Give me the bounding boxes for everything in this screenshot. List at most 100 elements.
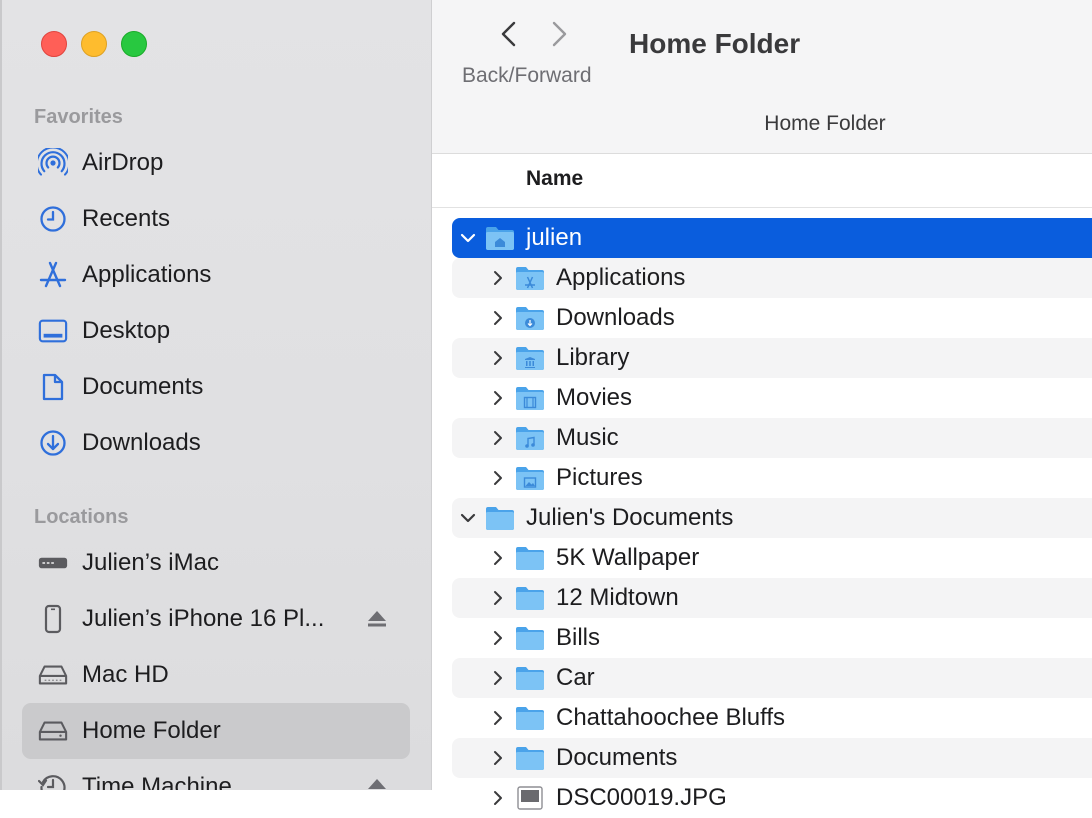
sidebar-item-downloads[interactable]: Downloads	[22, 415, 410, 471]
sidebar-item-label: Applications	[82, 261, 212, 288]
row-name: DSC00019.JPG	[556, 784, 727, 811]
airdrop-icon	[38, 148, 68, 177]
row-name: Chattahoochee Bluffs	[556, 704, 786, 731]
sidebar-item-label: Mac HD	[82, 661, 169, 688]
row-name: Car	[556, 664, 595, 691]
table-row[interactable]: Pictures	[452, 458, 1092, 498]
minimize-window-button[interactable]	[81, 31, 107, 57]
row-name: julien	[526, 224, 583, 251]
disclosure-collapsed-icon[interactable]	[490, 469, 506, 487]
window-title: Home Folder	[629, 28, 801, 59]
folder-icon	[514, 744, 546, 772]
eject-icon[interactable]	[366, 610, 388, 628]
sidebar-item-recents[interactable]: Recents	[22, 191, 410, 247]
disclosure-collapsed-icon[interactable]	[490, 429, 506, 447]
desktop-icon	[38, 317, 68, 345]
table-row[interactable]: Documents	[452, 738, 1092, 778]
folder-icon	[514, 584, 546, 612]
disclosure-collapsed-icon[interactable]	[490, 669, 506, 687]
folder-icon	[514, 664, 546, 692]
table-row[interactable]: Chattahoochee Bluffs	[452, 698, 1092, 738]
home-folder-icon	[484, 224, 516, 252]
back-button[interactable]	[494, 18, 524, 50]
folder-icon	[514, 704, 546, 732]
table-row[interactable]: Julien's Documents	[452, 498, 1092, 538]
document-icon	[38, 373, 68, 401]
close-window-button[interactable]	[41, 31, 67, 57]
column-header-bar: Name	[432, 154, 1092, 208]
main-content: Back/Forward Home Folder Home Folder Nam…	[432, 0, 1092, 811]
row-name: 12 Midtown	[556, 584, 679, 611]
column-header-name[interactable]: Name	[526, 167, 583, 191]
row-name: 5K Wallpaper	[556, 544, 700, 571]
disclosure-collapsed-icon[interactable]	[490, 389, 506, 407]
sidebar-item-desktop[interactable]: Desktop	[22, 303, 410, 359]
library-folder-icon	[514, 344, 546, 372]
sidebar-item-iphone[interactable]: Julien’s iPhone 16 Pl...	[22, 591, 410, 647]
toolbar: Back/Forward Home Folder Home Folder	[432, 0, 1092, 154]
eject-icon[interactable]	[366, 778, 388, 790]
disclosure-collapsed-icon[interactable]	[490, 349, 506, 367]
row-name: Documents	[556, 744, 678, 771]
sidebar-item-label: Downloads	[82, 429, 201, 456]
row-name: Movies	[556, 384, 633, 411]
row-name: Applications	[556, 264, 686, 291]
table-row[interactable]: Movies	[452, 378, 1092, 418]
applications-folder-icon	[514, 264, 546, 292]
disclosure-collapsed-icon[interactable]	[490, 269, 506, 287]
table-row[interactable]: Bills	[452, 618, 1092, 658]
forward-button[interactable]	[544, 18, 574, 50]
row-name: Music	[556, 424, 619, 451]
table-row[interactable]: 12 Midtown	[452, 578, 1092, 618]
downloads-folder-icon	[514, 304, 546, 332]
disclosure-collapsed-icon[interactable]	[490, 589, 506, 607]
path-title: Home Folder	[764, 112, 886, 135]
table-row[interactable]: Music	[452, 418, 1092, 458]
sidebar-item-label: Documents	[82, 373, 204, 400]
table-row[interactable]: Car	[452, 658, 1092, 698]
iphone-icon	[38, 604, 68, 634]
sidebar-item-label: Time Machine	[82, 773, 232, 790]
table-row[interactable]: 5K Wallpaper	[452, 538, 1092, 578]
image-file-icon	[514, 784, 546, 812]
table-row[interactable]: Downloads	[452, 298, 1092, 338]
folder-icon	[514, 624, 546, 652]
favorites-header: Favorites	[34, 106, 123, 128]
disclosure-collapsed-icon[interactable]	[490, 789, 506, 807]
sidebar-item-imac[interactable]: Julien’s iMac	[22, 535, 410, 591]
sidebar-item-documents[interactable]: Documents	[22, 359, 410, 415]
time-machine-icon	[38, 773, 68, 790]
table-row[interactable]: Applications	[452, 258, 1092, 298]
disclosure-expanded-icon[interactable]	[460, 509, 476, 527]
drive-icon	[38, 717, 68, 745]
row-name: Library	[556, 344, 630, 371]
sidebar-item-label: Desktop	[82, 317, 171, 344]
disclosure-collapsed-icon[interactable]	[490, 549, 506, 567]
disclosure-collapsed-icon[interactable]	[490, 309, 506, 327]
table-row[interactable]: DSC00019.JPG	[452, 778, 1092, 818]
sidebar-item-airdrop[interactable]: AirDrop	[22, 135, 410, 191]
table-row[interactable]: Library	[452, 338, 1092, 378]
disclosure-expanded-icon[interactable]	[460, 229, 476, 247]
movies-folder-icon	[514, 384, 546, 412]
folder-icon	[514, 544, 546, 572]
applications-icon	[38, 261, 68, 289]
row-name: Pictures	[556, 464, 643, 491]
music-folder-icon	[514, 424, 546, 452]
sidebar-item-mac-hd[interactable]: Mac HD	[22, 647, 410, 703]
sidebar-item-applications[interactable]: Applications	[22, 247, 410, 303]
sidebar-item-label: Home Folder	[82, 717, 221, 744]
disclosure-collapsed-icon[interactable]	[490, 749, 506, 767]
download-icon	[38, 429, 68, 457]
sidebar-item-home-folder[interactable]: Home Folder	[22, 703, 410, 759]
disclosure-collapsed-icon[interactable]	[490, 629, 506, 647]
row-name: Bills	[556, 624, 601, 651]
sidebar-item-label: Julien’s iPhone 16 Pl...	[82, 605, 325, 632]
zoom-window-button[interactable]	[121, 31, 147, 57]
row-name: Downloads	[556, 304, 675, 331]
table-row-selected[interactable]: julien	[452, 218, 1092, 258]
locations-header: Locations	[34, 506, 129, 528]
disclosure-collapsed-icon[interactable]	[490, 709, 506, 727]
sidebar-item-label: AirDrop	[82, 149, 164, 176]
sidebar-item-time-machine[interactable]: Time Machine	[22, 759, 410, 790]
